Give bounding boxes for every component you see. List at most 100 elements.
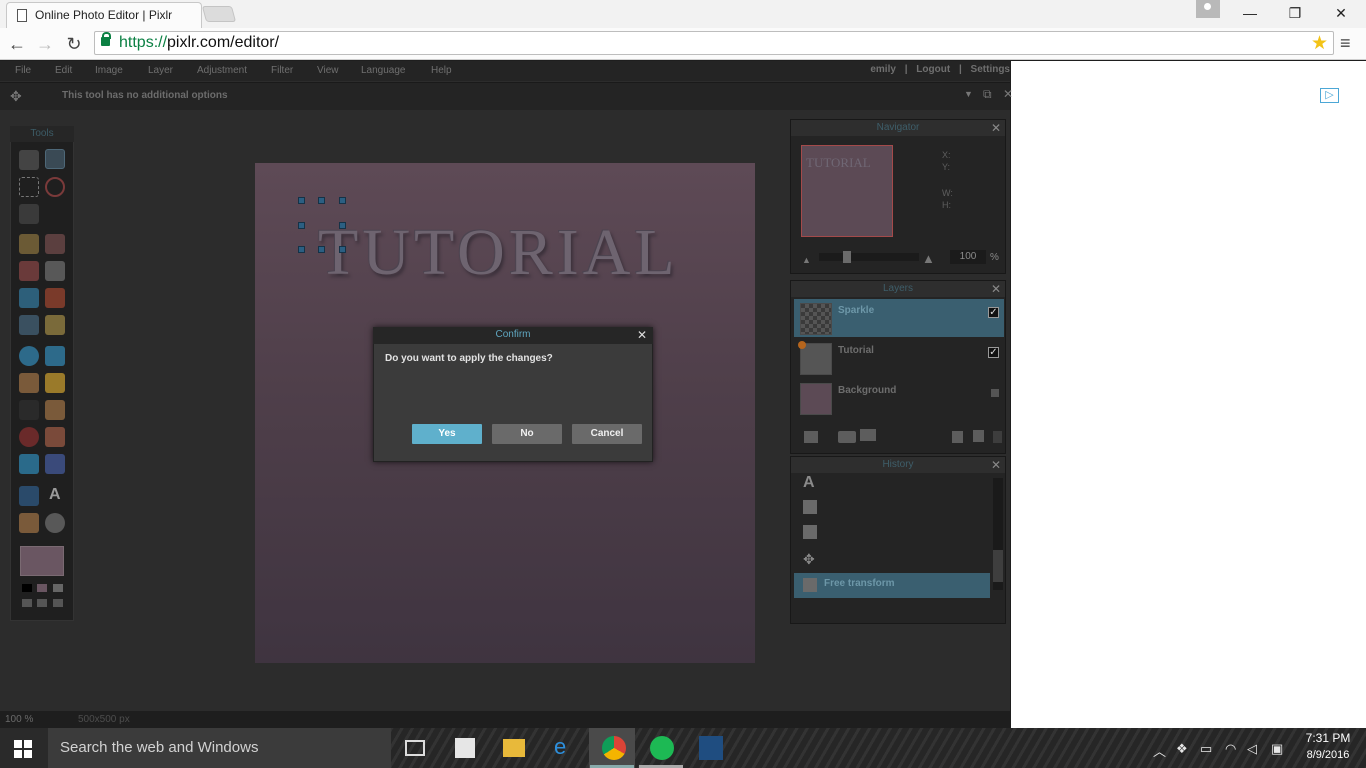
type-tool-icon[interactable]: A bbox=[49, 486, 61, 504]
transform-handle[interactable] bbox=[298, 197, 305, 204]
edge-icon[interactable]: e bbox=[554, 734, 578, 759]
brush-tool-icon[interactable] bbox=[45, 234, 65, 254]
red-eye-tool-icon[interactable] bbox=[19, 427, 39, 447]
forward-arrow-icon[interactable]: → bbox=[34, 33, 56, 55]
blur-tool-icon[interactable] bbox=[19, 346, 39, 366]
bookmark-star-icon[interactable]: ★ bbox=[1311, 32, 1328, 55]
drawing-tool-icon[interactable] bbox=[45, 315, 65, 335]
gradient-tool-icon[interactable] bbox=[19, 288, 39, 308]
new-layer-icon[interactable] bbox=[952, 431, 963, 443]
window-mode-icon[interactable]: ⧉ bbox=[983, 87, 992, 102]
lasso-tool-icon[interactable] bbox=[45, 177, 65, 197]
crop-tool-icon[interactable] bbox=[19, 150, 39, 170]
marquee-tool-icon[interactable] bbox=[19, 177, 39, 197]
menu-help[interactable]: Help bbox=[431, 65, 452, 76]
menu-image[interactable]: Image bbox=[95, 65, 123, 76]
layer-visibility-checkbox[interactable]: ✓ bbox=[988, 307, 999, 318]
transform-handle[interactable] bbox=[318, 246, 325, 253]
layer-mask-icon[interactable] bbox=[838, 431, 856, 443]
menu-edit[interactable]: Edit bbox=[55, 65, 72, 76]
transform-handle[interactable] bbox=[339, 222, 346, 229]
dropbox-icon[interactable]: ❖ bbox=[1176, 741, 1188, 757]
menu-view[interactable]: View bbox=[317, 65, 339, 76]
keyboard-icon[interactable]: ▣ bbox=[1271, 741, 1283, 757]
transform-handle[interactable] bbox=[339, 246, 346, 253]
chrome-icon[interactable] bbox=[602, 736, 626, 760]
color-picker-tool-icon[interactable] bbox=[19, 486, 39, 506]
browser-tab-active[interactable]: Online Photo Editor | Pixlr bbox=[6, 2, 202, 28]
sharpen-tool-icon[interactable] bbox=[45, 346, 65, 366]
close-icon[interactable]: ✕ bbox=[991, 281, 1001, 297]
clock-date[interactable]: 8/9/2016 bbox=[1298, 749, 1358, 761]
zoom-value-input[interactable]: 100 bbox=[950, 250, 986, 264]
hand-tool-icon[interactable] bbox=[19, 513, 39, 533]
wand-tool-icon[interactable] bbox=[19, 204, 39, 224]
settings-link[interactable]: Settings bbox=[971, 64, 1010, 75]
cancel-button[interactable]: Cancel bbox=[572, 424, 642, 444]
zoom-tool-icon[interactable] bbox=[45, 513, 65, 533]
file-explorer-icon[interactable] bbox=[503, 739, 525, 757]
wifi-icon[interactable]: ◠ bbox=[1225, 741, 1236, 757]
black-swatch[interactable] bbox=[22, 584, 32, 592]
url-input[interactable]: https://pixlr.com/editor/ bbox=[94, 31, 1334, 55]
pinch-tool-icon[interactable] bbox=[45, 454, 65, 474]
swap-colors-icon[interactable] bbox=[22, 599, 32, 607]
history-item-selected[interactable]: Free transform bbox=[794, 573, 990, 598]
zoom-slider[interactable] bbox=[819, 253, 919, 261]
default-colors-icon[interactable] bbox=[37, 599, 47, 607]
close-window-button[interactable]: ✕ bbox=[1318, 0, 1364, 26]
transform-handle[interactable] bbox=[298, 222, 305, 229]
ad-choices-icon[interactable]: ▷ bbox=[1320, 88, 1339, 103]
layer-row[interactable]: Background bbox=[794, 379, 1004, 417]
layer-settings-icon[interactable] bbox=[804, 431, 818, 443]
transform-handle[interactable] bbox=[318, 197, 325, 204]
foreground-color-swatch[interactable] bbox=[20, 546, 64, 576]
task-view-icon[interactable] bbox=[405, 740, 425, 756]
volume-icon[interactable]: ◁ bbox=[1247, 741, 1257, 757]
color-swatch[interactable] bbox=[37, 584, 47, 592]
zoom-in-icon[interactable]: ▲ bbox=[922, 251, 935, 266]
chevron-down-icon[interactable]: ▼ bbox=[964, 89, 973, 99]
history-scrollbar-thumb[interactable] bbox=[993, 550, 1003, 582]
username-link[interactable]: emily bbox=[870, 64, 896, 75]
taskbar-search-input[interactable]: Search the web and Windows bbox=[48, 728, 391, 768]
mask-mode-icon[interactable] bbox=[53, 599, 63, 607]
store-icon[interactable] bbox=[455, 738, 475, 758]
battery-icon[interactable]: ▭ bbox=[1200, 741, 1212, 757]
close-icon[interactable]: ✕ bbox=[991, 120, 1001, 136]
bucket-tool-icon[interactable] bbox=[45, 261, 65, 281]
close-icon[interactable]: ✕ bbox=[637, 328, 647, 342]
stamp-tool-icon[interactable] bbox=[45, 288, 65, 308]
dodge-tool-icon[interactable] bbox=[45, 400, 65, 420]
close-icon[interactable]: ✕ bbox=[1003, 87, 1013, 101]
menu-layer[interactable]: Layer bbox=[148, 65, 173, 76]
pencil-tool-icon[interactable] bbox=[19, 234, 39, 254]
menu-filter[interactable]: Filter bbox=[271, 65, 293, 76]
delete-layer-icon[interactable] bbox=[973, 430, 984, 442]
spot-heal-tool-icon[interactable] bbox=[45, 427, 65, 447]
replace-tool-icon[interactable] bbox=[19, 315, 39, 335]
new-tab-button[interactable] bbox=[201, 6, 237, 22]
zoom-status[interactable]: 100 % bbox=[5, 714, 33, 725]
tray-expand-icon[interactable]: ︿ bbox=[1153, 741, 1166, 760]
yes-button[interactable]: Yes bbox=[412, 424, 482, 444]
bloat-tool-icon[interactable] bbox=[19, 454, 39, 474]
move-tool-icon[interactable] bbox=[45, 149, 65, 169]
no-button[interactable]: No bbox=[492, 424, 562, 444]
back-arrow-icon[interactable]: ← bbox=[6, 33, 28, 55]
lock-icon[interactable] bbox=[101, 32, 111, 46]
restore-button[interactable]: ❐ bbox=[1272, 0, 1318, 26]
zoom-out-icon[interactable]: ▲ bbox=[802, 255, 811, 265]
layer-visibility-checkbox[interactable]: ✓ bbox=[988, 347, 999, 358]
layer-row[interactable]: Sparkle ✓ bbox=[794, 299, 1004, 337]
smudge-tool-icon[interactable] bbox=[19, 373, 39, 393]
transform-handle[interactable] bbox=[298, 246, 305, 253]
zoom-slider-handle[interactable] bbox=[843, 251, 851, 263]
app-icon[interactable] bbox=[699, 736, 723, 760]
resize-grip-icon[interactable] bbox=[993, 431, 1002, 443]
eraser-tool-icon[interactable] bbox=[19, 261, 39, 281]
reload-icon[interactable]: ↻ bbox=[63, 33, 85, 55]
burn-tool-icon[interactable] bbox=[19, 400, 39, 420]
clock-time[interactable]: 7:31 PM bbox=[1298, 731, 1358, 745]
transform-handle[interactable] bbox=[339, 197, 346, 204]
